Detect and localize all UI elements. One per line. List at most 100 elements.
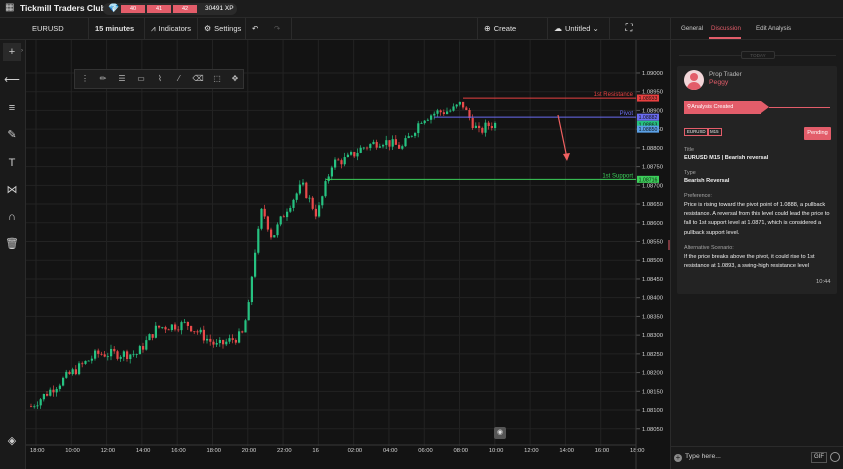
magnet-tool[interactable]: ∩ [3,208,21,226]
apps-grid-icon[interactable]: ▦ [5,3,15,13]
candle [382,145,385,147]
brush-tool[interactable]: ✎ [3,126,21,144]
candle [71,369,74,375]
user-name[interactable]: Peggy [709,79,728,86]
pen-icon[interactable]: ✏ [95,71,111,87]
candle [90,358,93,361]
candle [478,125,481,129]
message-time: 10:44 [816,279,831,285]
create-analysis-button[interactable]: ⊕Create Analysis [477,18,548,55]
emoji-icon[interactable] [830,452,840,462]
candle [404,138,407,147]
tab-edit-analysis[interactable]: Edit Analysis [756,25,791,32]
pattern-tool[interactable]: ⋈ [3,181,21,199]
alternative-text: If the price breaks above the pivot, it … [684,254,815,270]
rect-icon[interactable]: ▭ [133,71,149,87]
candle [410,135,413,137]
candle [474,125,477,128]
type-label: Type [684,170,696,176]
candle [362,147,365,149]
y-tick-label: 1.08600 [642,221,663,227]
candle [378,146,381,148]
gif-button[interactable]: GIF [811,452,827,463]
candle [375,141,378,148]
banner-line [769,107,830,108]
symbol-badge: EURUSD [684,128,709,136]
candle [250,276,253,303]
panel-tabs: General Discussion Edit Analysis [671,18,843,40]
candle [302,182,305,185]
candle [327,176,330,182]
cloud-icon: ☁ [554,24,562,33]
candle [356,152,359,157]
box-icon[interactable]: ⬚ [209,71,225,87]
expand-tools-icon[interactable]: › [21,48,23,54]
redo-button[interactable]: ↷ [268,18,292,40]
candle [244,320,247,333]
candle [391,139,394,147]
settings-button[interactable]: ⚙ Settings [198,18,246,40]
y-tick-label: 1.08650 [642,202,663,208]
redo-icon: ↷ [274,24,281,33]
delete-tool[interactable]: 🗑 [3,235,21,253]
candle [218,339,221,344]
y-tick-label: 1.08250 [642,352,663,358]
timeframe-select[interactable]: 15 minutes ⌄ [89,18,145,55]
text-tool[interactable]: T [3,154,21,172]
fullscreen-button[interactable]: ⛶ [610,18,648,40]
candle [174,324,177,330]
move-icon[interactable]: ✥ [227,71,243,87]
candle [138,346,141,355]
timeframe-label: 15 minutes [95,24,135,33]
candle [433,113,436,116]
layers-tool[interactable]: ◈ [3,432,21,450]
symbol-search[interactable]: EURUSD [26,18,89,40]
candle [337,159,340,161]
fib-tool[interactable]: ≡ [3,99,21,117]
candle [193,331,196,333]
candle [286,211,289,218]
candle [78,363,81,375]
candle [465,107,468,111]
y-tick-label: 1.08700 [642,183,663,189]
tab-general[interactable]: General [681,25,703,32]
message-input[interactable]: Type here... [685,453,721,460]
screenshot-icon[interactable]: ◉ [494,427,506,439]
brush-icon: ✎ [7,129,17,141]
undo-button[interactable]: ↶ [246,18,268,40]
crosshair-tool[interactable]: + [3,43,21,61]
candle [394,139,397,145]
active-tab-indicator [709,37,741,39]
candle [113,348,116,352]
title-label: Title [684,147,694,153]
xp-value: 30491 XP [205,5,234,12]
layout-select[interactable]: ☁ Untitled ⌄ [548,18,610,40]
candle [110,348,113,357]
drag-handle-icon[interactable]: ⋮ [77,71,93,87]
ray-icon[interactable]: ⁄ [171,71,187,87]
candle [228,338,231,342]
indicators-button[interactable]: ⩘ Indicators [145,18,198,40]
x-tick-label: 10:00 [489,448,504,454]
x-tick-label: 12:00 [101,448,116,454]
candle [282,216,285,218]
preference-text: Price is rising toward the pivot point o… [684,202,830,236]
candle [452,106,455,111]
tab-discussion[interactable]: Discussion [711,25,741,32]
price-tag-text: 1.08933 [639,96,658,102]
fib-icon[interactable]: ☰ [114,71,130,87]
y-tick-label: 1.08800 [642,146,663,152]
alternative-label: Alternative Scenario: [684,245,734,251]
candle [129,354,132,360]
eraser-icon[interactable]: ⌫ [190,71,206,87]
candle [97,350,100,354]
path-icon[interactable]: ⌇ [152,71,168,87]
x-tick-label: 10:00 [65,448,80,454]
x-tick-label: 16:00 [171,448,186,454]
plus-icon[interactable]: + [674,454,682,462]
candle [151,334,154,338]
price-chart[interactable]: 1.090001.089501.089001.088501.088001.087… [26,40,670,469]
candle [484,122,487,133]
candle [238,331,241,343]
trendline-tool[interactable]: ⟵ [3,71,21,89]
